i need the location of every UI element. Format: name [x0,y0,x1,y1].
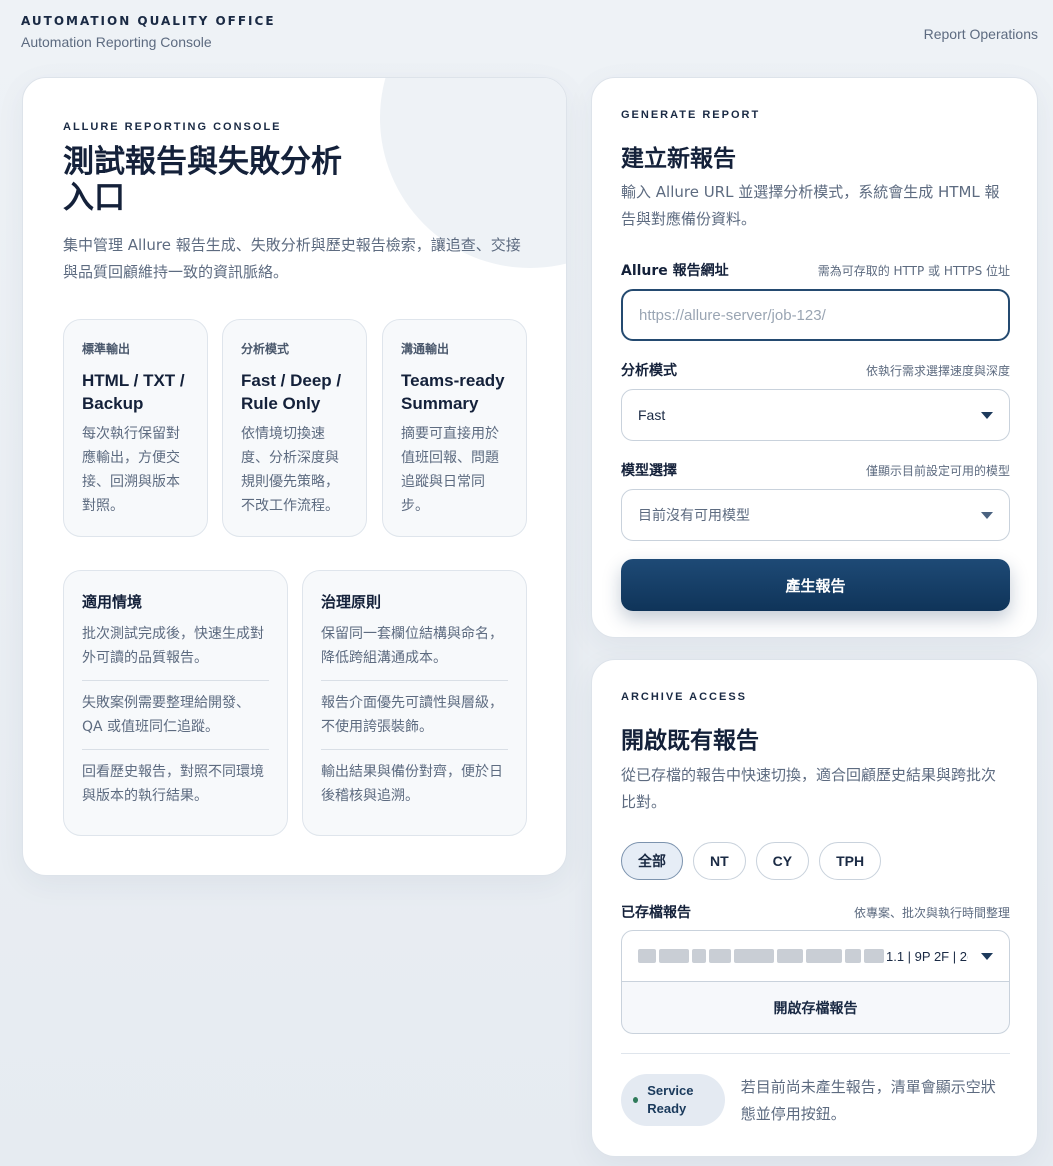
generate-description: 輸入 Allure URL 並選擇分析模式，系統會生成 HTML 報告與對應備份… [621,183,1000,228]
redacted-report-name [638,949,884,963]
use-cases-panel: 適用情境 批次測試完成後，快速生成對外可讀的品質報告。 失敗案例需要整理給開發、… [63,570,288,836]
generate-report-button[interactable]: 產生報告 [621,559,1010,611]
top-bar: AUTOMATION QUALITY OFFICE Automation Rep… [21,14,1038,58]
list-item: 失敗案例需要整理給開發、QA 或值班同仁追蹤。 [82,681,269,750]
archive-eyebrow: ARCHIVE ACCESS [621,691,747,703]
generate-title: 建立新報告 [621,146,736,172]
status-badge: Service Ready [621,1074,725,1126]
status-text: Service Ready [647,1083,694,1116]
generate-report-card: GENERATE REPORT 建立新報告 輸入 Allure URL 並選擇分… [591,77,1038,638]
filter-chip-all[interactable]: 全部 [621,842,683,880]
feature-card-mode: 分析模式 Fast / Deep / Rule Only 依情境切換速度、分析深… [222,319,367,537]
feature-desc: 依情境切換速度、分析深度與規則優先策略，不改工作流程。 [241,426,339,514]
status-dot-icon [633,1097,639,1103]
feature-label: 分析模式 [241,342,290,356]
panel-title: 適用情境 [82,593,143,611]
archive-description: 從已存檔的報告中快速切換，適合回顧歷史結果與跨批次比對。 [621,766,997,811]
model-field-header: 模型選擇 僅顯示目前設定可用的模型 [621,460,1010,480]
hero-card: ALLURE REPORTING CONSOLE 測試報告與失敗分析入口 集中管… [22,77,567,876]
analysis-mode-value: Fast [638,407,666,423]
chevron-down-icon [981,952,993,960]
mode-hint: 依執行需求選擇速度與深度 [865,364,1010,378]
archived-report-select[interactable]: 1.1 | 9P 2F | 2( [621,930,1010,982]
feature-title: HTML / TXT / Backup [82,371,185,413]
list-item: 報告介面優先可讀性與層級，不使用誇張裝飾。 [321,681,508,750]
chevron-down-icon [981,511,993,519]
empty-state-note: 若目前尚未產生報告，清單會顯示空狀態並停用按鈕。 [740,1078,996,1123]
hero-title: 測試報告與失敗分析入口 [63,144,342,216]
org-name: AUTOMATION QUALITY OFFICE [21,14,276,28]
filter-chip-cy[interactable]: CY [755,842,810,880]
feature-title: Fast / Deep / Rule Only [241,371,342,413]
generate-eyebrow: GENERATE REPORT [621,109,761,121]
model-label: 模型選擇 [621,463,677,479]
allure-url-input[interactable] [621,289,1010,341]
analysis-mode-select[interactable]: Fast [621,389,1010,441]
panel-title: 治理原則 [321,593,382,611]
feature-label: 標準輸出 [82,342,131,356]
open-archive-button[interactable]: 開啟存檔報告 [621,982,1010,1034]
url-hint: 需為可存取的 HTTP 或 HTTPS 位址 [817,264,1010,278]
feature-desc: 每次執行保留對應輸出，方便交接、回溯與版本對照。 [82,426,180,514]
archive-card: ARCHIVE ACCESS 開啟既有報告 從已存檔的報告中快速切換，適合回顧歷… [591,659,1038,1157]
archive-select-hint: 依專案、批次與執行時間整理 [853,906,1010,920]
feature-card-communication: 溝通輸出 Teams-ready Summary 摘要可直接用於值班回報、問題追… [382,319,527,537]
list-item: 批次測試完成後，快速生成對外可讀的品質報告。 [82,612,269,681]
project-filter-chips: 全部 NT CY TPH [621,842,1010,880]
report-operations-link[interactable]: Report Operations [924,26,1038,42]
model-select[interactable]: 目前沒有可用模型 [621,489,1010,541]
feature-desc: 摘要可直接用於值班回報、問題追蹤與日常同步。 [401,426,499,514]
url-field-header: Allure 報告網址 需為可存取的 HTTP 或 HTTPS 位址 [621,260,1010,280]
governance-panel: 治理原則 保留同一套欄位結構與命名，降低跨組溝通成本。 報告介面優先可讀性與層級… [302,570,527,836]
hero-eyebrow: ALLURE REPORTING CONSOLE [63,121,282,133]
chevron-down-icon [981,411,993,419]
model-hint: 僅顯示目前設定可用的模型 [865,464,1010,478]
url-label: Allure 報告網址 [621,263,729,279]
mode-label: 分析模式 [621,363,677,379]
mode-field-header: 分析模式 依執行需求選擇速度與深度 [621,360,1010,380]
status-row: Service Ready 若目前尚未產生報告，清單會顯示空狀態並停用按鈕。 [621,1074,1010,1128]
feature-card-output: 標準輸出 HTML / TXT / Backup 每次執行保留對應輸出，方便交接… [63,319,208,537]
list-item: 保留同一套欄位結構與命名，降低跨組溝通成本。 [321,612,508,681]
feature-label: 溝通輸出 [401,342,450,356]
archive-field-header: 已存檔報告 依專案、批次與執行時間整理 [621,902,1010,922]
hero-description: 集中管理 Allure 報告生成、失敗分析與歷史報告檢索，讓追查、交接與品質回顧… [63,236,521,281]
archive-title: 開啟既有報告 [621,728,759,754]
feature-title: Teams-ready Summary [401,371,505,413]
archive-select-label: 已存檔報告 [621,905,691,921]
divider [621,1053,1010,1054]
list-item: 輸出結果與備份對齊，便於日後稽核與追溯。 [321,764,503,804]
console-subtitle: Automation Reporting Console [21,34,212,50]
archived-report-value: 1.1 | 9P 2F | 2( [886,948,968,964]
filter-chip-nt[interactable]: NT [693,842,746,880]
list-item: 回看歷史報告，對照不同環境與版本的執行結果。 [82,764,264,804]
model-value: 目前沒有可用模型 [638,507,750,523]
filter-chip-tph[interactable]: TPH [819,842,882,880]
